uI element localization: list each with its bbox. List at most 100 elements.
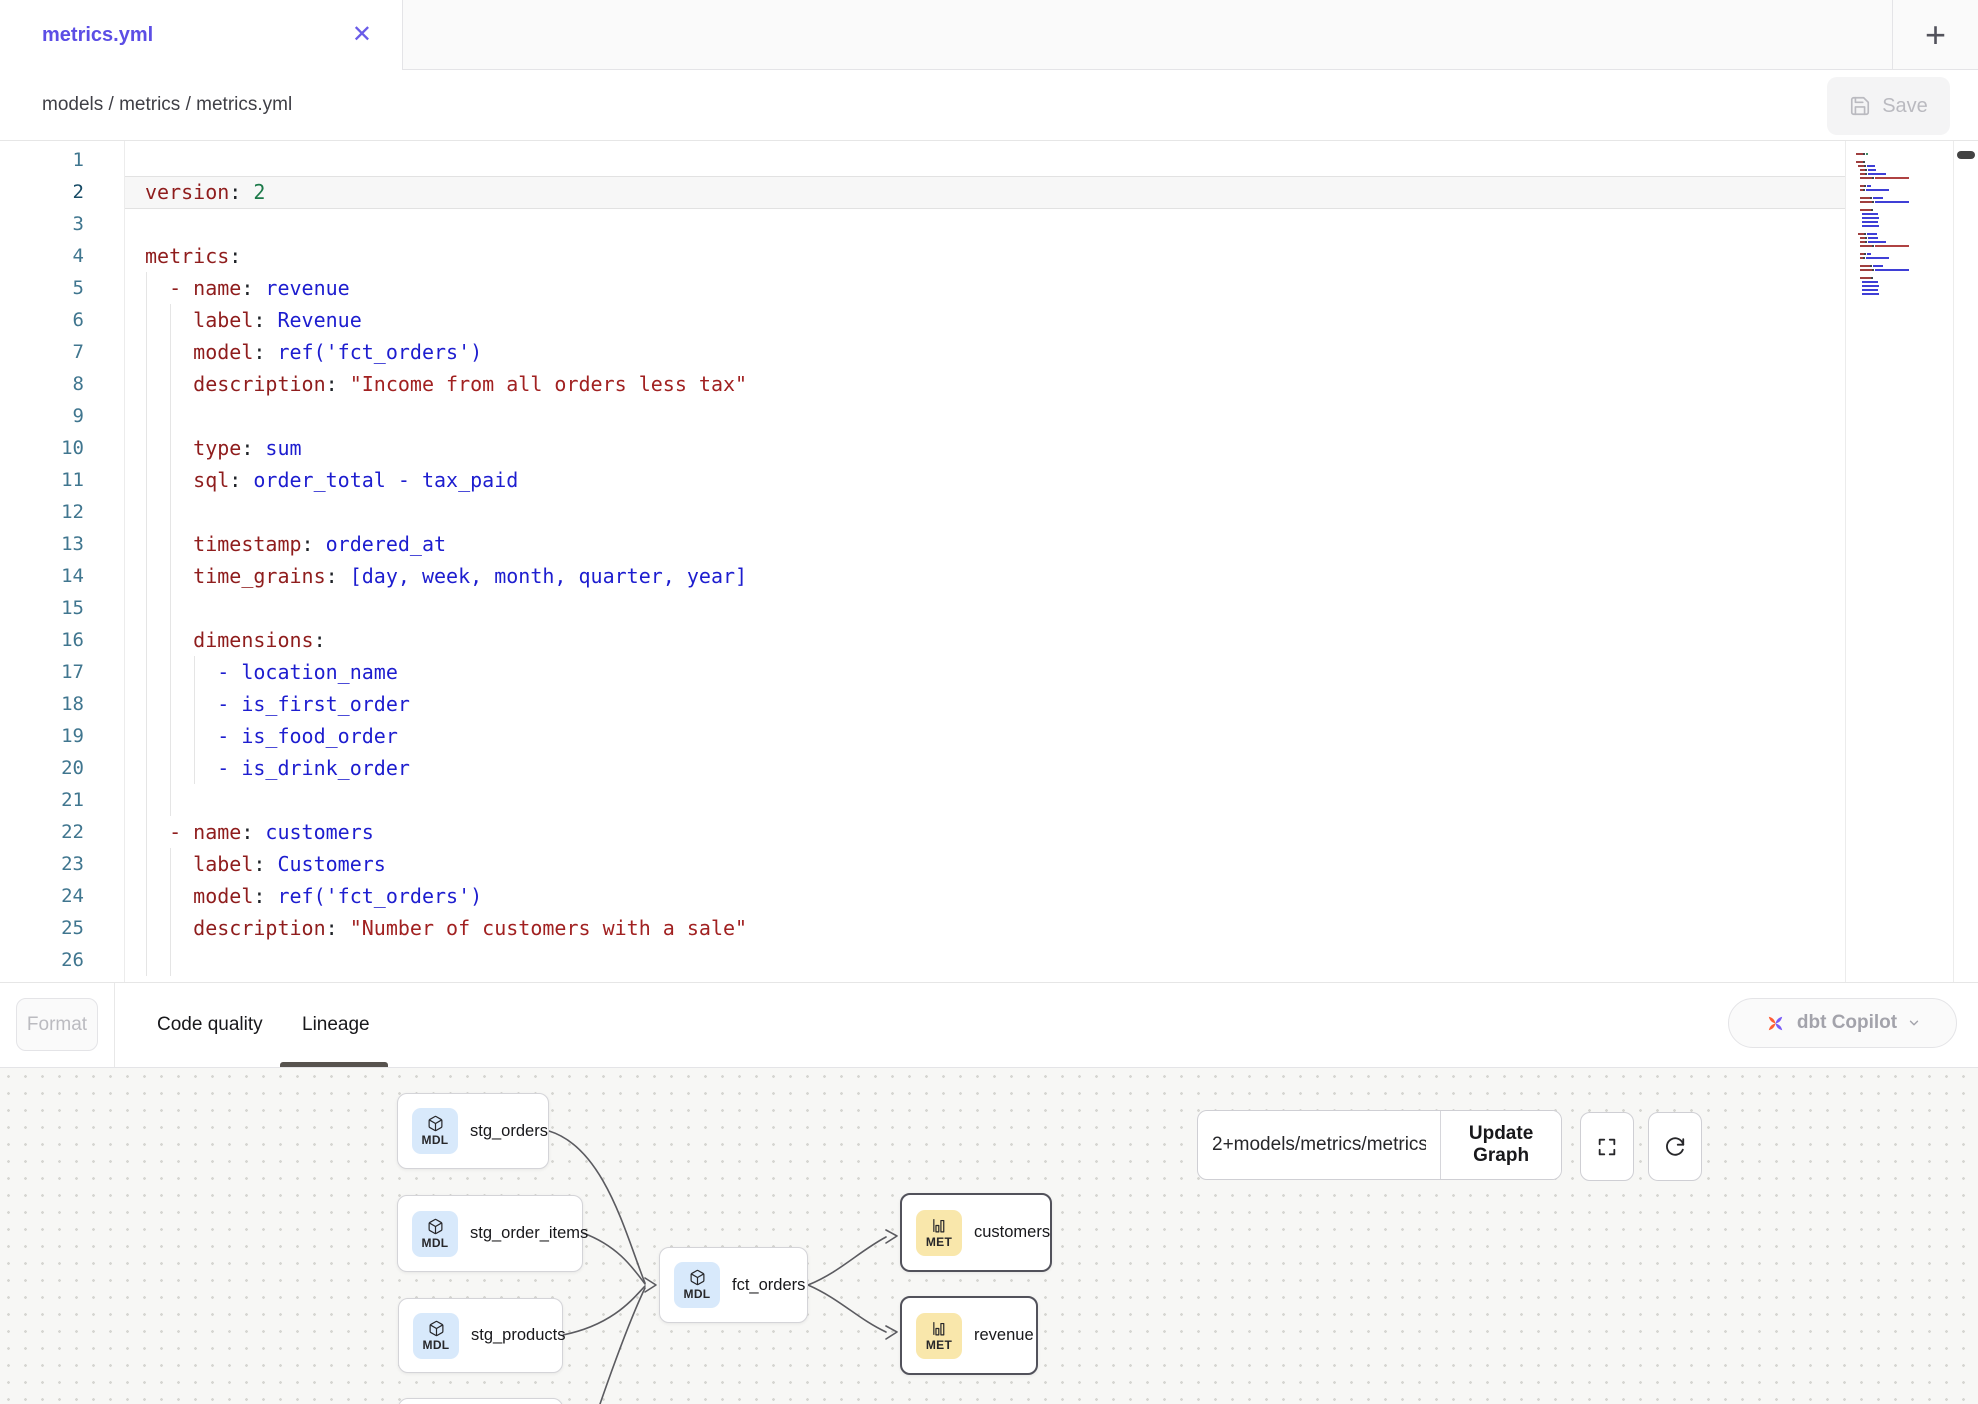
code-line[interactable]: time_grains: [day, week, month, quarter,… (0, 560, 1845, 592)
graph-selector-input[interactable] (1198, 1111, 1440, 1179)
indent-guide (146, 912, 147, 944)
code-line[interactable] (0, 400, 1845, 432)
lineage-canvas[interactable]: MDL stg_orders MDL stg_order_items MDL s… (0, 1068, 1978, 1404)
indent-guide (170, 368, 171, 400)
indent-guide (146, 944, 147, 976)
code-line[interactable]: - is_first_order (0, 688, 1845, 720)
chevron-down-icon (1907, 1016, 1921, 1030)
active-tab-underline (280, 1062, 388, 1067)
code-line[interactable]: - name: revenue (0, 272, 1845, 304)
code-line[interactable]: - location_name (0, 656, 1845, 688)
code-editor[interactable]: 1234567891011121314151617181920212223242… (0, 140, 1978, 982)
node-label: customers (974, 1223, 1050, 1242)
badge-label: MET (926, 1235, 952, 1249)
scrollbar-thumb[interactable] (1957, 151, 1975, 159)
model-badge: MDL (412, 1211, 458, 1257)
breadcrumb-row: models / metrics / metrics.yml Save (0, 70, 1978, 140)
code-line[interactable] (0, 208, 1845, 240)
code-line[interactable] (0, 944, 1845, 976)
indent-guide (146, 816, 147, 848)
dbt-copilot-icon (1764, 1012, 1787, 1035)
node-label: stg_order_items (470, 1224, 588, 1243)
code-line[interactable] (0, 144, 1845, 176)
badge-label: MDL (423, 1338, 450, 1352)
save-button[interactable]: Save (1827, 77, 1950, 135)
indent-guide (194, 752, 195, 784)
badge-label: MET (926, 1338, 952, 1352)
indent-guide (170, 592, 171, 624)
lineage-node-revenue[interactable]: MET revenue (900, 1296, 1038, 1375)
code-line[interactable]: description: "Income from all orders les… (0, 368, 1845, 400)
indent-guide (170, 688, 171, 720)
bar-chart-icon (931, 1217, 948, 1234)
lineage-node-stg-order-items[interactable]: MDL stg_order_items (397, 1195, 583, 1272)
indent-guide (146, 304, 147, 336)
metric-badge: MET (916, 1313, 962, 1359)
toolbar-divider (114, 983, 115, 1067)
indent-guide (146, 432, 147, 464)
code-line[interactable]: version: 2 (0, 176, 1845, 208)
indent-guide (170, 656, 171, 688)
indent-guide (146, 496, 147, 528)
tab-code-quality[interactable]: Code quality (157, 983, 263, 1067)
fullscreen-button[interactable] (1580, 1112, 1634, 1181)
code-line[interactable] (0, 784, 1845, 816)
code-line[interactable]: metrics: (0, 240, 1845, 272)
code-line[interactable]: - is_food_order (0, 720, 1845, 752)
tab-bar-empty-area (402, 0, 1892, 70)
format-button[interactable]: Format (16, 998, 98, 1051)
indent-guide (170, 336, 171, 368)
code-line[interactable]: model: ref('fct_orders') (0, 880, 1845, 912)
code-line[interactable]: type: sum (0, 432, 1845, 464)
node-label: fct_orders (732, 1276, 805, 1295)
lineage-node-customers[interactable]: MET customers (900, 1193, 1052, 1272)
indent-guide (146, 688, 147, 720)
code-line[interactable] (0, 496, 1845, 528)
node-label: stg_products (471, 1326, 565, 1345)
dbt-copilot-label: dbt Copilot (1797, 1012, 1897, 1034)
code-line[interactable]: timestamp: ordered_at (0, 528, 1845, 560)
code-lines[interactable]: version: 2 metrics: - name: revenue label… (0, 144, 1845, 976)
cube-icon (427, 1115, 444, 1132)
code-line[interactable]: model: ref('fct_orders') (0, 336, 1845, 368)
code-line[interactable]: label: Customers (0, 848, 1845, 880)
metric-badge: MET (916, 1210, 962, 1256)
refresh-icon (1664, 1136, 1686, 1158)
badge-label: MDL (422, 1236, 449, 1250)
code-line[interactable]: - name: customers (0, 816, 1845, 848)
indent-guide (146, 464, 147, 496)
code-line[interactable] (0, 592, 1845, 624)
save-label: Save (1882, 95, 1928, 118)
plus-icon: + (1925, 14, 1946, 56)
code-line[interactable]: description: "Number of customers with a… (0, 912, 1845, 944)
cube-icon (428, 1320, 445, 1337)
indent-guide (170, 880, 171, 912)
editor-scrollbar[interactable] (1953, 141, 1978, 982)
code-line[interactable]: sql: order_total - tax_paid (0, 464, 1845, 496)
code-line[interactable]: dimensions: (0, 624, 1845, 656)
code-line[interactable]: label: Revenue (0, 304, 1845, 336)
new-tab-button[interactable]: + (1892, 0, 1978, 70)
dbt-copilot-button[interactable]: dbt Copilot (1728, 998, 1957, 1048)
lineage-node-stg-orders[interactable]: MDL stg_orders (397, 1093, 549, 1169)
graph-filter-group: Update Graph (1197, 1110, 1562, 1180)
indent-guide (194, 656, 195, 688)
lineage-node-partial[interactable] (398, 1398, 563, 1404)
minimap[interactable] (1845, 141, 1953, 982)
close-icon[interactable]: ✕ (352, 23, 372, 47)
fullscreen-icon (1596, 1136, 1618, 1158)
indent-guide (194, 688, 195, 720)
refresh-button[interactable] (1648, 1112, 1702, 1181)
lineage-node-stg-products[interactable]: MDL stg_products (398, 1298, 563, 1373)
indent-guide (170, 848, 171, 880)
tab-lineage[interactable]: Lineage (302, 983, 370, 1067)
indent-guide (170, 400, 171, 432)
tab-title: metrics.yml (42, 24, 153, 47)
code-line[interactable]: - is_drink_order (0, 752, 1845, 784)
update-graph-button[interactable]: Update Graph (1441, 1111, 1561, 1179)
indent-guide (170, 944, 171, 976)
tab-metrics-yml[interactable]: metrics.yml ✕ (0, 0, 402, 70)
indent-guide (146, 784, 147, 816)
badge-label: MDL (422, 1133, 449, 1147)
lineage-node-fct-orders[interactable]: MDL fct_orders (659, 1247, 808, 1323)
